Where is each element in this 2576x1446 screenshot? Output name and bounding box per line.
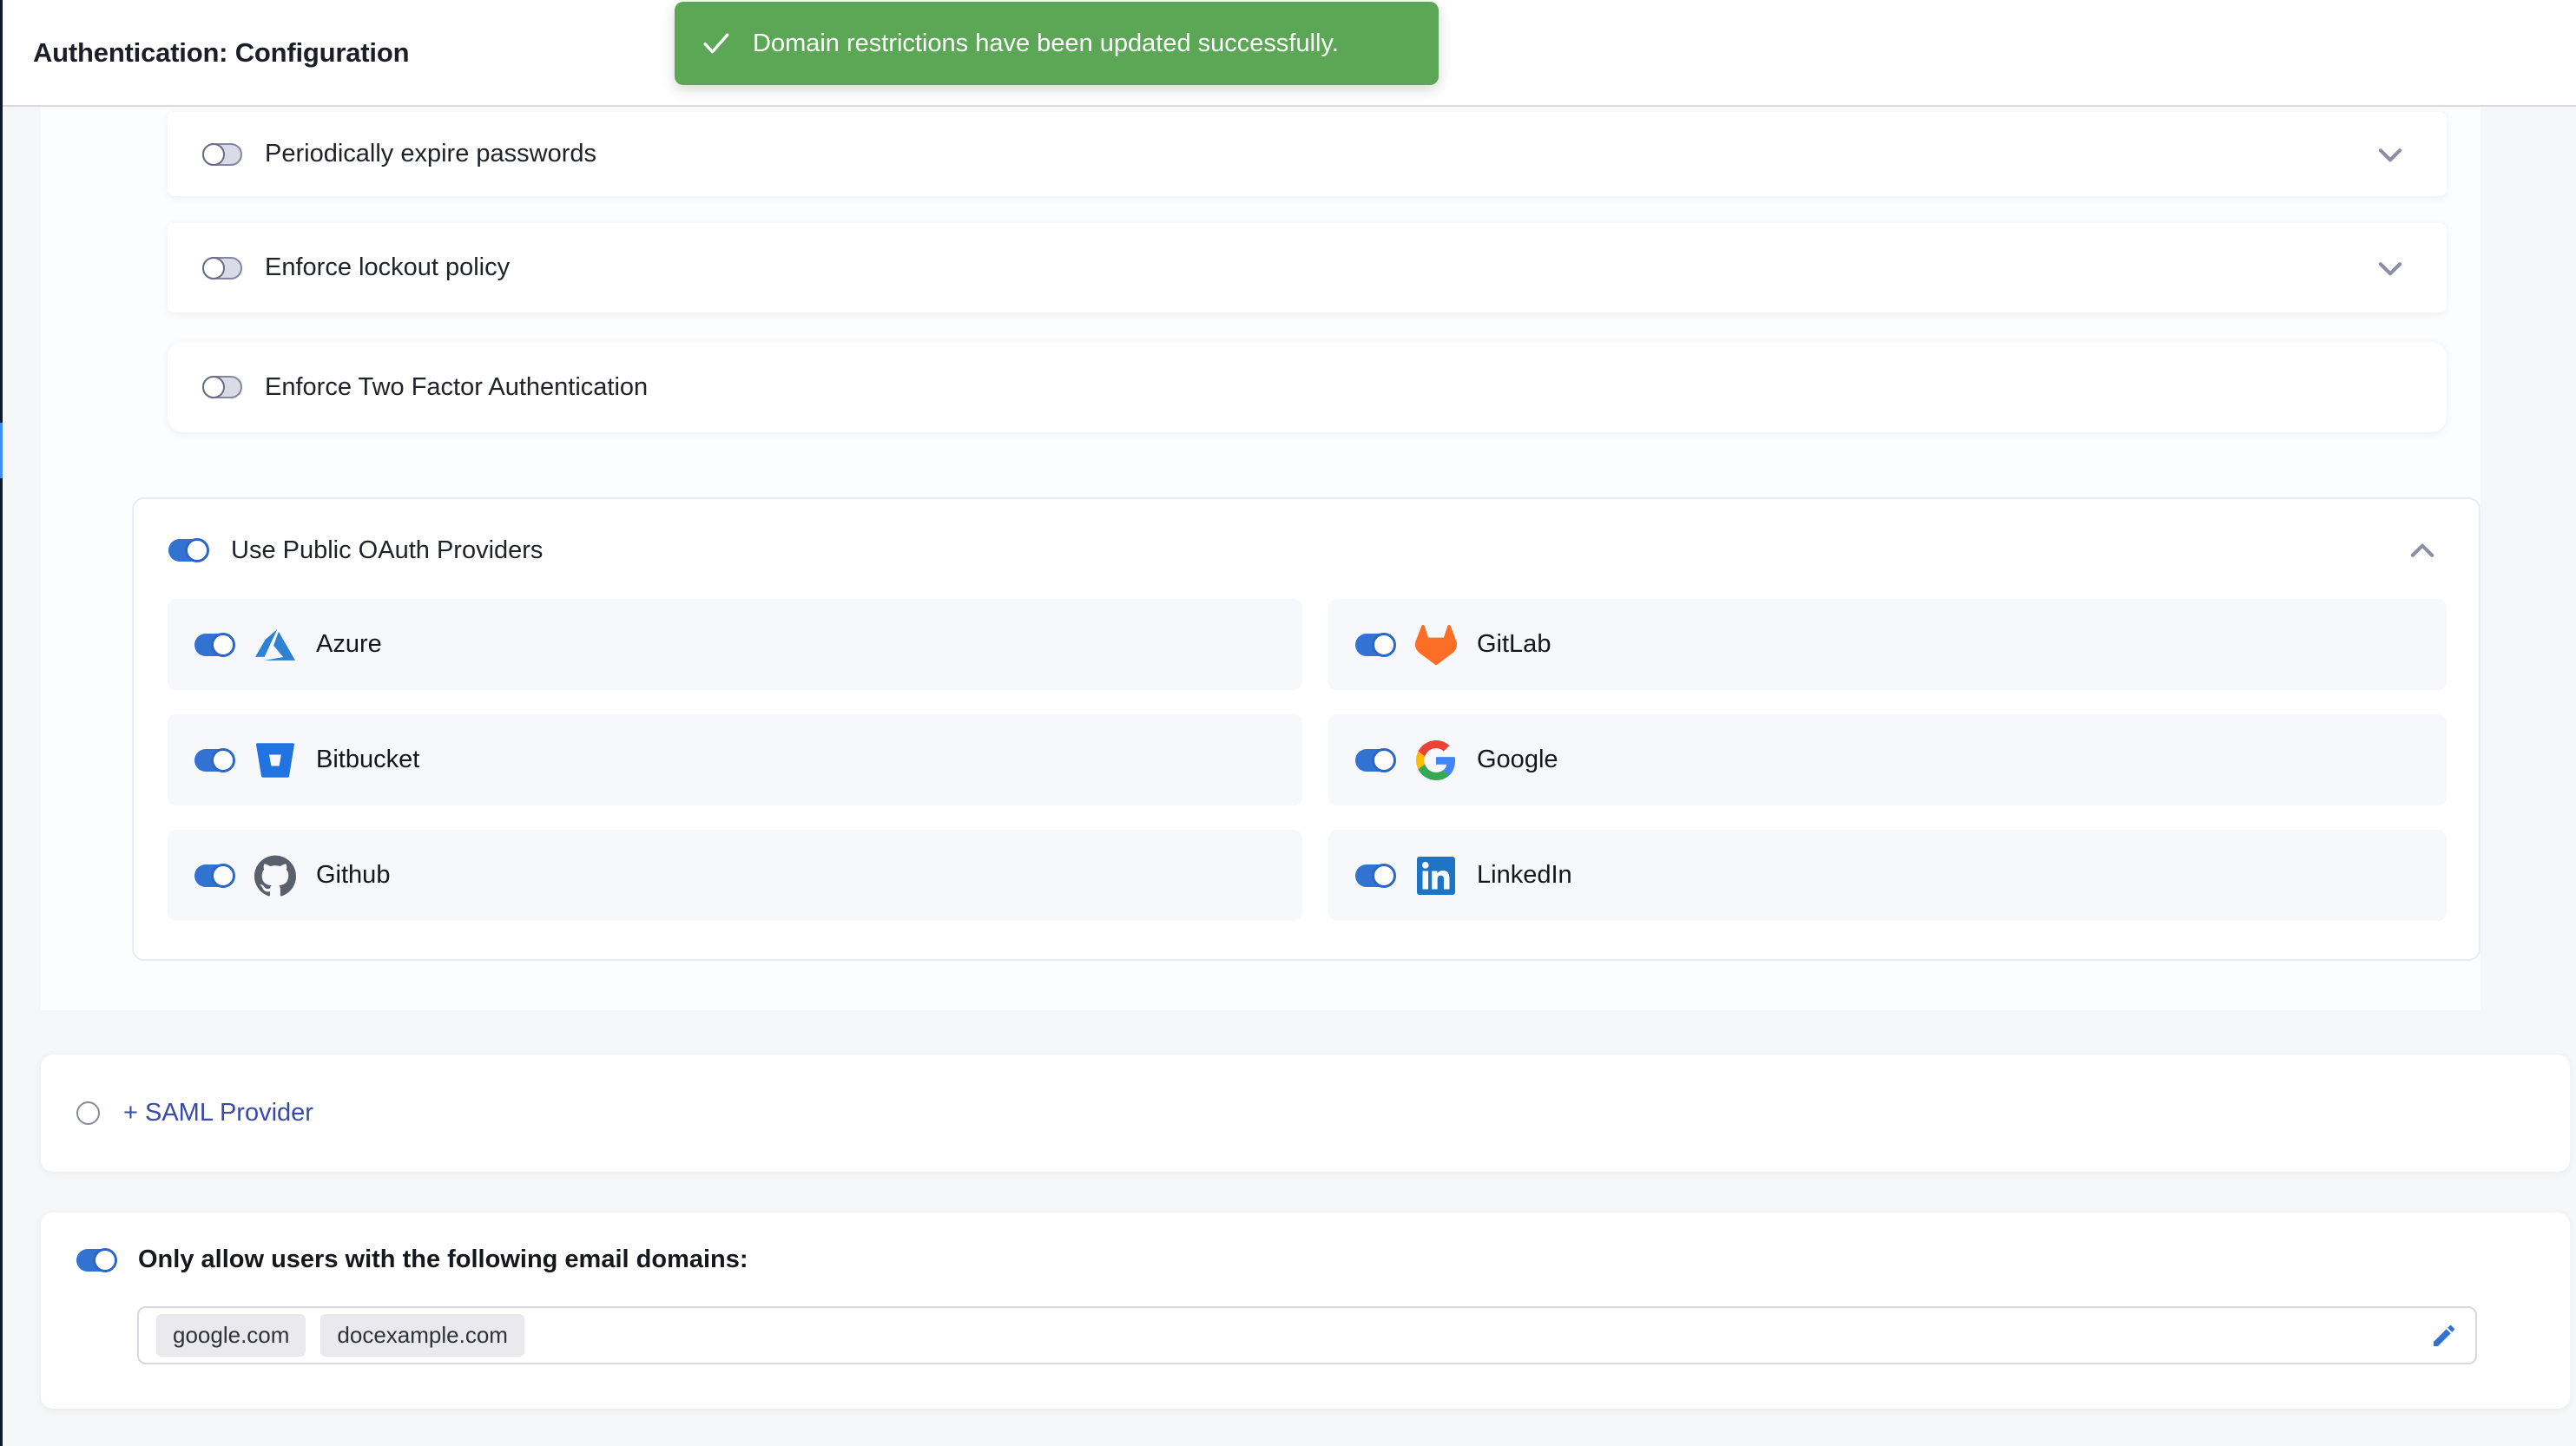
chevron-down-icon[interactable]: [2374, 138, 2407, 171]
toggle-knob: [185, 538, 209, 562]
provider-label: Azure: [316, 630, 382, 659]
email-domains-label: Only allow users with the following emai…: [138, 1246, 748, 1274]
authentication-configuration-screen: Authentication: Configuration Domain res…: [0, 0, 2576, 1446]
two-factor-toggle[interactable]: [202, 376, 242, 398]
left-edge-accent: [0, 423, 3, 478]
chevron-up-icon[interactable]: [2406, 535, 2439, 568]
provider-row-gitlab: GitLab: [1328, 599, 2447, 690]
email-domains-input[interactable]: google.com docexample.com: [137, 1306, 2477, 1364]
domain-tag: docexample.com: [320, 1314, 524, 1357]
settings-panel: Periodically expire passwords Enforce lo…: [41, 107, 2480, 1010]
provider-label: Bitbucket: [316, 746, 419, 774]
toggle-knob: [202, 376, 225, 398]
provider-row-google: Google: [1328, 714, 2447, 805]
provider-label: GitLab: [1477, 630, 1551, 659]
provider-label: Google: [1477, 746, 1558, 774]
setting-label: Enforce Two Factor Authentication: [265, 373, 648, 402]
provider-label: Github: [316, 861, 390, 890]
setting-label: Enforce lockout policy: [265, 253, 510, 282]
gitlab-toggle[interactable]: [1355, 634, 1395, 656]
setting-row-expire-passwords: Periodically expire passwords: [168, 112, 2447, 196]
email-domains-card: Only allow users with the following emai…: [41, 1213, 2570, 1409]
toggle-knob: [1372, 748, 1396, 772]
gitlab-logo-icon: [1414, 624, 1458, 666]
provider-row-azure: Azure: [168, 599, 1302, 690]
expire-passwords-toggle[interactable]: [202, 143, 242, 166]
toggle-knob: [211, 748, 235, 772]
provider-row-linkedin: LinkedIn: [1328, 830, 2447, 921]
add-saml-provider-link[interactable]: + SAML Provider: [123, 1099, 313, 1127]
saml-provider-card: + SAML Provider: [41, 1055, 2570, 1172]
toggle-knob: [211, 633, 235, 657]
domain-tag: google.com: [156, 1314, 306, 1357]
saml-radio-button[interactable]: [76, 1101, 100, 1125]
oauth-section-header: Use Public OAuth Providers: [168, 499, 543, 601]
oauth-section-label: Use Public OAuth Providers: [231, 536, 543, 565]
oauth-providers-section: Use Public OAuth Providers Azure GitLab: [132, 497, 2480, 961]
edit-pencil-icon[interactable]: [2430, 1322, 2458, 1350]
toggle-knob: [211, 864, 235, 888]
toggle-knob: [93, 1248, 117, 1272]
email-domains-toggle[interactable]: [76, 1249, 116, 1272]
lockout-policy-toggle[interactable]: [202, 257, 242, 279]
page-title: Authentication: Configuration: [33, 0, 409, 105]
toggle-knob: [1372, 864, 1396, 888]
check-icon: [701, 28, 732, 59]
bitbucket-logo-icon: [254, 741, 297, 779]
provider-row-bitbucket: Bitbucket: [168, 714, 1302, 805]
setting-row-two-factor: Enforce Two Factor Authentication: [168, 342, 2447, 432]
linkedin-toggle[interactable]: [1355, 864, 1395, 887]
toggle-knob: [202, 143, 225, 166]
setting-row-lockout-policy: Enforce lockout policy: [168, 223, 2447, 312]
github-logo-icon: [254, 855, 297, 897]
linkedin-logo-icon: [1414, 857, 1458, 895]
toggle-knob: [202, 257, 225, 279]
github-toggle[interactable]: [194, 864, 234, 887]
email-domains-header: Only allow users with the following emai…: [76, 1246, 748, 1274]
chevron-down-icon[interactable]: [2374, 252, 2407, 285]
oauth-toggle[interactable]: [168, 539, 208, 562]
provider-row-github: Github: [168, 830, 1302, 921]
azure-logo-icon: [254, 625, 297, 665]
bitbucket-toggle[interactable]: [194, 749, 234, 772]
toggle-knob: [1372, 633, 1396, 657]
azure-toggle[interactable]: [194, 634, 234, 656]
google-toggle[interactable]: [1355, 749, 1395, 772]
left-edge-strip: [0, 0, 3, 1446]
toast-message: Domain restrictions have been updated su…: [753, 30, 1339, 58]
google-logo-icon: [1414, 740, 1458, 780]
provider-label: LinkedIn: [1477, 861, 1572, 890]
success-toast: Domain restrictions have been updated su…: [675, 2, 1439, 85]
oauth-providers-grid: Azure GitLab Bitbucket Google: [168, 599, 2447, 921]
setting-label: Periodically expire passwords: [265, 140, 596, 168]
